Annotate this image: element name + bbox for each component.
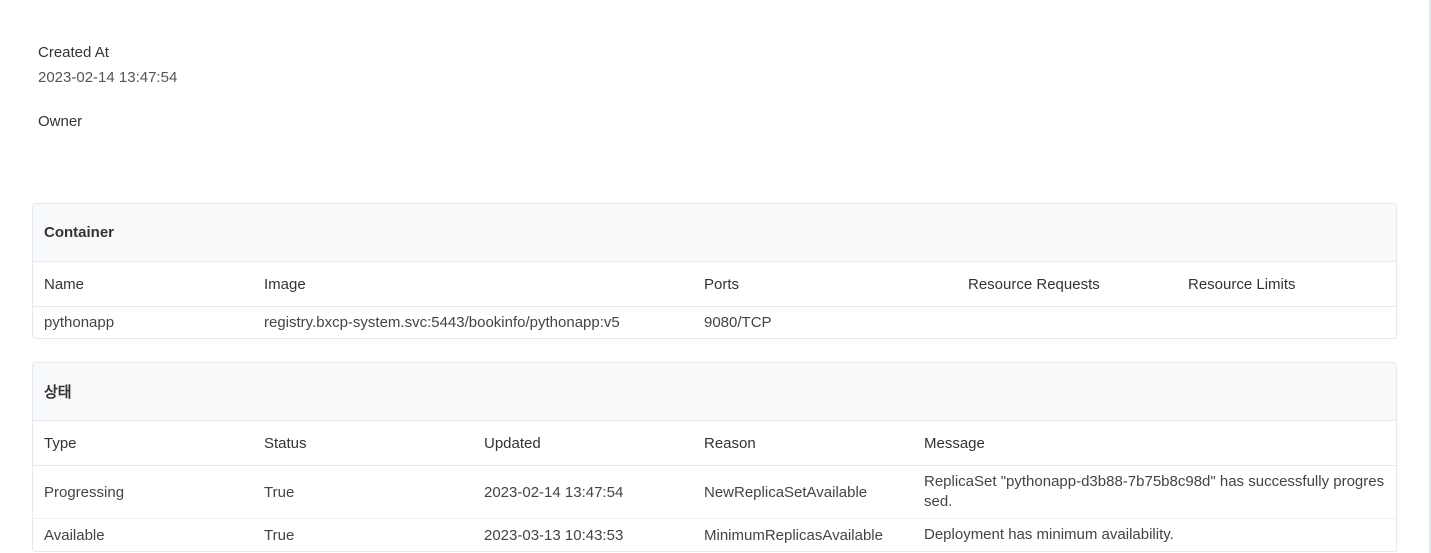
status-panel-title: 상태: [33, 363, 1396, 421]
status-panel: 상태 Type Status Updated Reason Message Pr…: [32, 362, 1397, 552]
condition-reason: NewReplicaSetAvailable: [693, 465, 913, 519]
table-row: Progressing True 2023-02-14 13:47:54 New…: [33, 465, 1396, 519]
container-ports: 9080/TCP: [704, 314, 772, 331]
condition-message: ReplicaSet "pythonapp-d3b88-7b75b8c98d" …: [913, 465, 1396, 519]
container-panel-title: Container: [33, 204, 1396, 262]
column-header-status: Status: [253, 421, 473, 466]
owner-label: Owner: [38, 113, 83, 130]
condition-status: True: [264, 526, 295, 544]
column-header-updated: Updated: [473, 421, 693, 466]
column-header-name: Name: [33, 262, 253, 307]
column-header-image: Image: [253, 262, 693, 307]
status-table: Type Status Updated Reason Message Progr…: [33, 421, 1396, 551]
condition-type: Progressing: [33, 465, 253, 519]
created-at-value: 2023-02-14 13:47:54: [38, 69, 178, 86]
column-header-reason: Reason: [693, 421, 913, 466]
condition-type: Available: [44, 526, 105, 544]
condition-message: Deployment has minimum availability.: [924, 526, 1174, 543]
container-resource-requests: [957, 307, 1177, 339]
status-table-header: Type Status Updated Reason Message: [33, 421, 1396, 466]
container-panel: Container Name Image Ports Resource Requ…: [32, 203, 1397, 339]
condition-reason: MinimumReplicasAvailable: [704, 526, 883, 544]
condition-status: True: [253, 465, 473, 519]
container-name: pythonapp: [44, 314, 115, 331]
column-header-resource-requests: Resource Requests: [957, 262, 1177, 307]
condition-updated: 2023-02-14 13:47:54: [473, 465, 693, 519]
table-row: pythonapp registry.bxcp-system.svc:5443/…: [33, 307, 1396, 339]
created-at-label: Created At: [38, 44, 109, 61]
container-resource-limits: [1177, 307, 1396, 339]
container-image: registry.bxcp-system.svc:5443/bookinfo/p…: [264, 314, 620, 331]
table-row: Available True 2023-03-13 10:43:53 Minim…: [33, 519, 1396, 552]
column-header-type: Type: [33, 421, 253, 466]
container-table: Name Image Ports Resource Requests Resou…: [33, 262, 1396, 338]
column-header-resource-limits: Resource Limits: [1177, 262, 1396, 307]
container-table-header: Name Image Ports Resource Requests Resou…: [33, 262, 1396, 307]
condition-updated: 2023-03-13 10:43:53: [484, 526, 624, 544]
column-header-message: Message: [913, 421, 1396, 466]
column-header-ports: Ports: [693, 262, 957, 307]
